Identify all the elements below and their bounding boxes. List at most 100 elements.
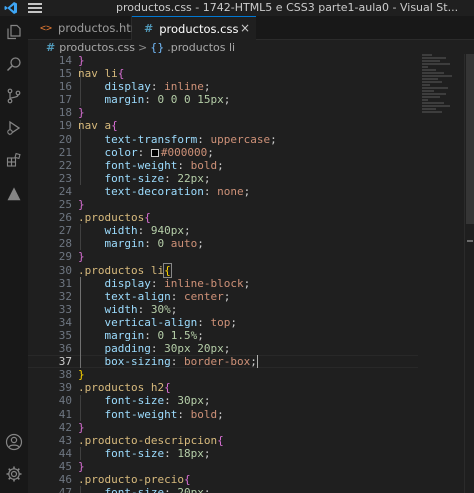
code-line: 35 margin: 0 1.5%;: [28, 329, 474, 342]
scrollbar-thumb[interactable]: [466, 54, 474, 224]
line-number: 31: [58, 276, 72, 290]
code-text: .productos h2{: [78, 381, 171, 395]
code-line: 21 color: #000000;: [28, 146, 474, 159]
line-number: 42: [58, 420, 72, 434]
code-line: 43 .producto-descripcion{: [28, 434, 474, 447]
search-icon[interactable]: [4, 54, 24, 74]
line-number: 35: [58, 328, 72, 342]
code-text: .productos li{: [78, 262, 172, 278]
line-number: 26: [58, 211, 72, 225]
code-line: 28 margin: 0 auto;: [28, 237, 474, 250]
code-line: 14}: [28, 54, 474, 67]
chevron-right-icon: >: [138, 40, 148, 54]
minimap[interactable]: [422, 54, 462, 144]
breadcrumb: # productos.css > {} .productos li: [28, 40, 474, 54]
code-line: 30 .productos li{: [28, 262, 474, 278]
vscode-logo-icon: [4, 2, 17, 14]
line-number: 29: [58, 250, 72, 264]
run-debug-icon[interactable]: [4, 118, 24, 138]
code-line: 23 font-size: 22px;: [28, 172, 474, 185]
code-line: 46 .producto-precio{: [28, 473, 474, 486]
code-text: text-transform: uppercase;: [104, 132, 277, 146]
code-line: 36 padding: 30px 20px;: [28, 342, 474, 355]
code-line: 16 display: inline;: [28, 80, 474, 93]
extensions-icon[interactable]: [4, 150, 24, 170]
code-text: padding: 30px 20px;: [104, 342, 231, 356]
code-line: 29}: [28, 250, 474, 263]
code-line: 47 font-size: 20px;: [28, 486, 474, 493]
line-number: 46: [58, 473, 72, 486]
tab-label: productos.css: [159, 21, 239, 36]
code-line: 15 nav li{: [28, 67, 474, 80]
tab-productos-html[interactable]: <> productos.html: [28, 16, 145, 40]
code-text: .productos{: [78, 211, 151, 225]
code-line: 37 box-sizing: border-box;: [28, 355, 474, 369]
line-number: 37: [58, 355, 72, 369]
code-line: 22 font-weight: bold;: [28, 159, 474, 172]
code-line: 31 display: inline-block;: [28, 277, 474, 290]
code-line: 34 vertical-align: top;: [28, 316, 474, 329]
line-number: 15: [58, 67, 72, 81]
scrollbar-marker: [467, 240, 473, 242]
accounts-icon[interactable]: [4, 432, 24, 452]
settings-gear-icon[interactable]: [4, 464, 24, 484]
line-number: 40: [58, 394, 72, 408]
line-number: 39: [58, 381, 72, 395]
code-text: }: [78, 198, 85, 212]
symbol-icon: {}: [150, 40, 165, 54]
line-number: 20: [58, 132, 72, 146]
line-number: 25: [58, 198, 72, 212]
remote-icon[interactable]: [4, 184, 24, 204]
line-number: 32: [58, 289, 72, 303]
code-text: display: inline;: [104, 80, 211, 94]
hamburger-menu-icon[interactable]: [28, 3, 42, 13]
breadcrumb-file[interactable]: productos.css: [59, 41, 135, 54]
code-text: }: [78, 368, 85, 382]
color-swatch[interactable]: [150, 148, 159, 157]
code-line: 18}: [28, 106, 474, 119]
line-number: 36: [58, 342, 72, 356]
source-control-icon[interactable]: [4, 86, 24, 106]
code-text: text-decoration: none;: [104, 184, 251, 198]
code-text: nav li{: [78, 67, 125, 81]
code-line: 19 nav a{: [28, 119, 474, 132]
line-number: 21: [58, 145, 72, 159]
line-number: 43: [58, 433, 72, 447]
line-number: 22: [58, 158, 72, 172]
code-text: vertical-align: top;: [104, 315, 237, 329]
line-number: 27: [58, 224, 72, 238]
code-text: font-size: 22px;: [104, 171, 211, 185]
line-number: 34: [58, 315, 72, 329]
code-text: margin: 0 0 0 15px;: [104, 93, 231, 107]
line-number: 23: [58, 171, 72, 185]
code-text: }: [78, 250, 85, 264]
line-number: 16: [58, 80, 72, 94]
code-text: nav a{: [78, 119, 118, 133]
line-number: 38: [58, 368, 72, 382]
explorer-icon[interactable]: [4, 22, 24, 42]
code-text: }: [78, 106, 85, 120]
line-number: 14: [58, 54, 72, 67]
window-title: productos.css - 1742-HTML5 e CSS3 parte1…: [116, 1, 459, 14]
code-text: font-size: 30px;: [104, 394, 211, 408]
close-icon[interactable]: ×: [240, 21, 250, 35]
css-file-icon: #: [46, 40, 56, 54]
code-editor[interactable]: 14} 15 nav li{ 16 display: inline; 17 mar…: [28, 54, 474, 493]
breadcrumb-symbol[interactable]: .productos li: [167, 41, 235, 54]
code-text: box-sizing: border-box;: [104, 355, 258, 369]
code-line: 26 .productos{: [28, 211, 474, 224]
line-number: 33: [58, 302, 72, 316]
code-line: 25}: [28, 198, 474, 211]
code-text: color: #000000;: [104, 145, 214, 159]
line-number: 18: [58, 106, 72, 120]
vertical-scrollbar[interactable]: [464, 54, 474, 493]
code-text: width: 30%;: [104, 302, 178, 316]
line-number: 28: [58, 237, 72, 251]
code-line: 38}: [28, 368, 474, 381]
code-line: 40 font-size: 30px;: [28, 394, 474, 407]
code-text: font-weight: bold;: [104, 407, 224, 421]
tab-productos-css[interactable]: # productos.css ×: [132, 16, 256, 40]
code-line: 24 text-decoration: none;: [28, 185, 474, 198]
code-line: 45}: [28, 460, 474, 473]
code-line: 44 font-size: 18px;: [28, 447, 474, 460]
